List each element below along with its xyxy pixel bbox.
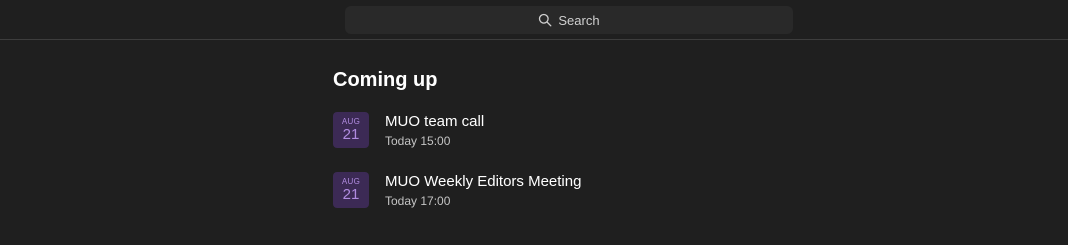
coming-up-section: Coming up AUG 21 MUO team call Today 15:… [333, 66, 753, 232]
search-label: Search [558, 12, 600, 28]
event-time: Today 15:00 [385, 134, 451, 148]
event-details: MUO Weekly Editors Meeting Today 17:00 [385, 173, 581, 209]
date-day: 21 [342, 126, 360, 143]
date-badge: AUG 21 [333, 172, 369, 208]
event-title: MUO Weekly Editors Meeting [385, 173, 582, 190]
top-bar: Search [0, 0, 1068, 40]
event-item[interactable]: AUG 21 MUO Weekly Editors Meeting Today … [333, 172, 753, 232]
event-time: Today 17:00 [385, 194, 451, 208]
date-day: 21 [342, 186, 360, 203]
event-item[interactable]: AUG 21 MUO team call Today 15:00 [333, 112, 753, 172]
search-icon [538, 13, 552, 27]
date-badge: AUG 21 [333, 112, 369, 148]
event-title: MUO team call [385, 113, 485, 130]
section-heading: Coming up [333, 69, 438, 91]
search-box[interactable]: Search [345, 6, 793, 34]
event-list: AUG 21 MUO team call Today 15:00 AUG 21 … [333, 112, 753, 232]
event-details: MUO team call Today 15:00 [385, 113, 484, 149]
